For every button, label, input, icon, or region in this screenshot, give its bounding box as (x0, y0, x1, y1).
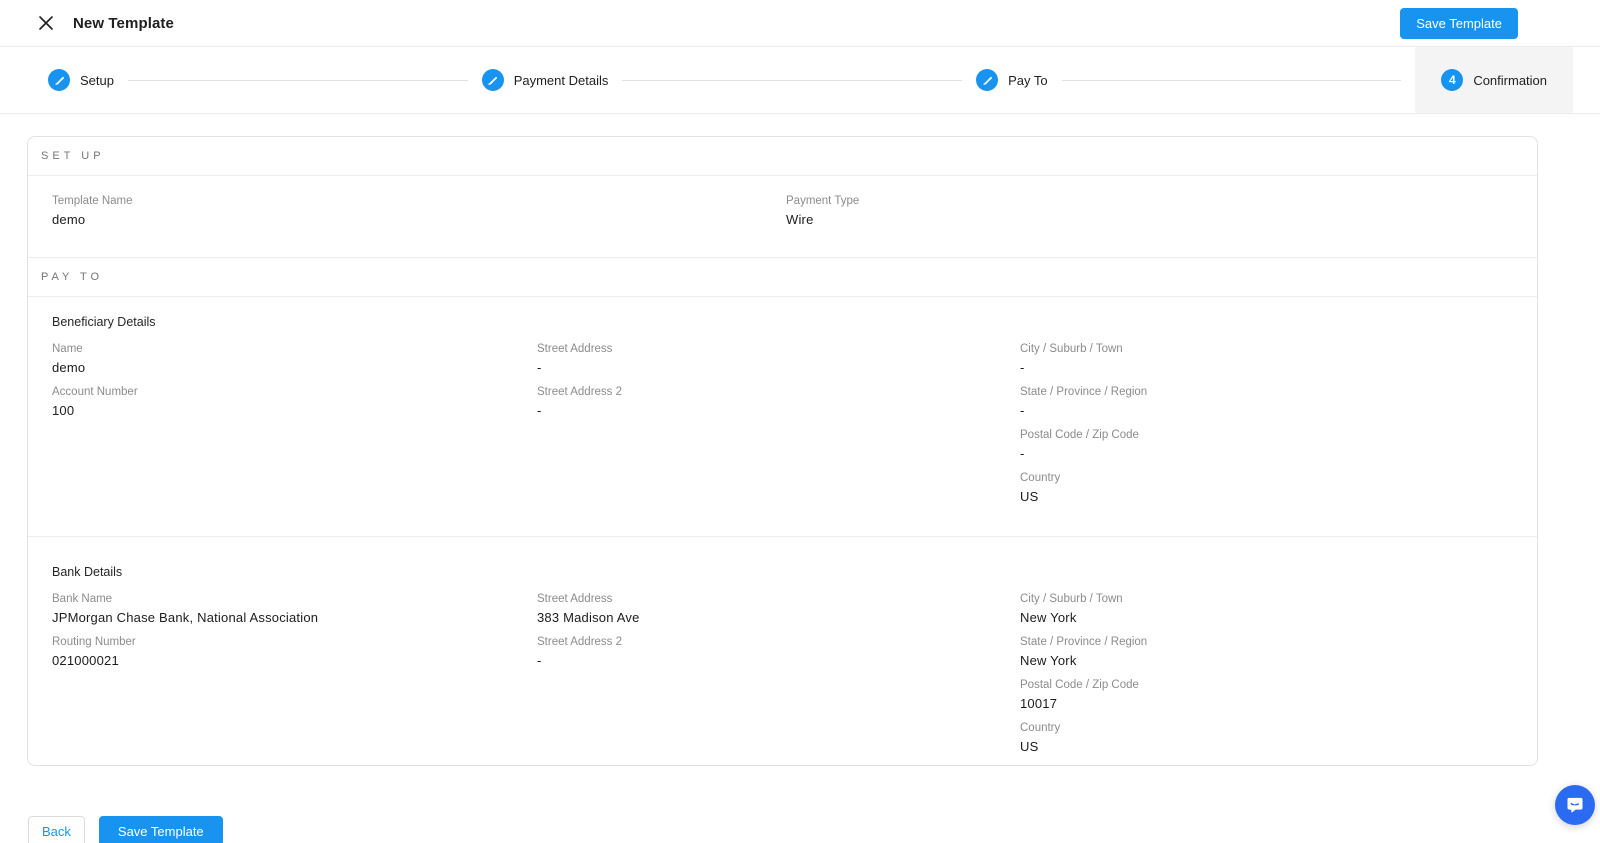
field-bank-name: Bank Name JPMorgan Chase Bank, National … (52, 593, 537, 625)
stepper-connector (127, 79, 468, 81)
step-pay-to[interactable]: Pay To (976, 47, 1048, 113)
setup-section-heading: SET UP (41, 150, 105, 162)
field-value: New York (1020, 610, 1077, 625)
field-beneficiary-postal-code: Postal Code / Zip Code - (1020, 429, 1513, 461)
confirmation-summary-card: SET UP Template Name demo Payment Type W… (27, 136, 1538, 766)
field-value: - (537, 360, 542, 375)
field-beneficiary-city: City / Suburb / Town - (1020, 343, 1513, 375)
field-label: State / Province / Region (1020, 636, 1148, 648)
field-beneficiary-country: Country US (1020, 472, 1513, 504)
step-number-badge: 4 (1441, 69, 1464, 91)
field-value: 10017 (1020, 696, 1058, 711)
field-bank-street-address: Street Address 383 Madison Ave (537, 593, 1020, 625)
field-label: City / Suburb / Town (1020, 593, 1123, 605)
save-template-button-top[interactable]: Save Template (1400, 7, 1518, 39)
field-label: Street Address 2 (537, 386, 623, 398)
field-value: - (1020, 446, 1025, 461)
field-bank-postal-code: Postal Code / Zip Code 10017 (1020, 679, 1513, 711)
field-value: US (1020, 739, 1039, 754)
setup-section-content: Template Name demo Payment Type Wire (28, 176, 1537, 258)
field-label: Street Address (537, 593, 613, 605)
field-value: 021000021 (52, 653, 119, 668)
field-label: Account Number (52, 386, 138, 398)
field-bank-street-address-2: Street Address 2 - (537, 636, 1020, 668)
field-label: Postal Code / Zip Code (1020, 429, 1139, 441)
field-label: State / Province / Region (1020, 386, 1148, 398)
stepper-connector (1061, 79, 1402, 81)
field-value: New York (1020, 653, 1077, 668)
field-bank-city: City / Suburb / Town New York (1020, 593, 1513, 625)
page-title: New Template (73, 14, 174, 32)
field-label: Name (52, 343, 83, 355)
field-label: Street Address 2 (537, 636, 623, 648)
step-label: Setup (80, 72, 114, 88)
field-value: - (537, 653, 542, 668)
field-label: Postal Code / Zip Code (1020, 679, 1139, 691)
stepper: Setup Payment Details Pay To 4 Confirmat… (0, 47, 1600, 114)
field-value: - (1020, 403, 1025, 418)
step-payment-details[interactable]: Payment Details (481, 47, 609, 113)
field-value: US (1020, 489, 1039, 504)
field-beneficiary-street-address: Street Address - (537, 343, 1020, 375)
step-confirmation[interactable]: 4 Confirmation (1415, 47, 1574, 113)
field-label: Street Address (537, 343, 613, 355)
bank-details-block: Bank Details Bank Name JPMorgan Chase Ba… (28, 537, 1537, 765)
field-label: City / Suburb / Town (1020, 343, 1123, 355)
field-routing-number: Routing Number 021000021 (52, 636, 537, 668)
field-template-name: Template Name demo (52, 195, 786, 246)
back-button[interactable]: Back (28, 816, 85, 843)
pay-to-section-heading: PAY TO (41, 271, 104, 283)
field-beneficiary-state: State / Province / Region - (1020, 386, 1513, 418)
pay-to-section-heading-row: PAY TO (28, 258, 1537, 297)
field-value: JPMorgan Chase Bank, National Associatio… (52, 610, 319, 625)
bank-details-title: Bank Details (52, 565, 123, 579)
pencil-icon (976, 69, 999, 91)
field-label: Country (1020, 472, 1061, 484)
top-bar: New Template Save Template (0, 0, 1600, 47)
field-value: - (537, 403, 542, 418)
step-setup[interactable]: Setup (48, 47, 114, 113)
beneficiary-details-title: Beneficiary Details (52, 315, 156, 329)
field-beneficiary-street-address-2: Street Address 2 - (537, 386, 1020, 418)
stepper-connector (622, 79, 963, 81)
field-value: - (1020, 360, 1025, 375)
field-value: 383 Madison Ave (537, 610, 640, 625)
field-beneficiary-name: Name demo (52, 343, 537, 375)
field-value: 100 (52, 403, 75, 418)
field-label: Template Name (52, 195, 133, 207)
step-label: Payment Details (513, 72, 609, 88)
chat-icon (1565, 795, 1585, 815)
field-label: Bank Name (52, 593, 113, 605)
field-account-number: Account Number 100 (52, 386, 537, 418)
field-label: Routing Number (52, 636, 136, 648)
field-label: Payment Type (786, 195, 860, 207)
save-template-button-bottom[interactable]: Save Template (98, 816, 223, 843)
close-icon[interactable] (36, 13, 56, 33)
beneficiary-details-block: Beneficiary Details Name demo Account Nu… (28, 297, 1537, 537)
footer-actions: Back Save Template (28, 816, 1600, 843)
field-value: demo (52, 360, 86, 375)
step-label: Pay To (1008, 72, 1048, 88)
chat-launcher-button[interactable] (1555, 785, 1595, 825)
field-payment-type: Payment Type Wire (786, 195, 1513, 246)
field-value: Wire (786, 212, 814, 227)
step-label: Confirmation (1473, 72, 1548, 88)
field-value: demo (52, 212, 86, 227)
setup-section-heading-row: SET UP (28, 137, 1537, 176)
field-bank-country: Country US (1020, 722, 1513, 754)
pencil-icon (481, 69, 504, 91)
field-label: Country (1020, 722, 1061, 734)
field-bank-state: State / Province / Region New York (1020, 636, 1513, 668)
pencil-icon (48, 69, 70, 91)
